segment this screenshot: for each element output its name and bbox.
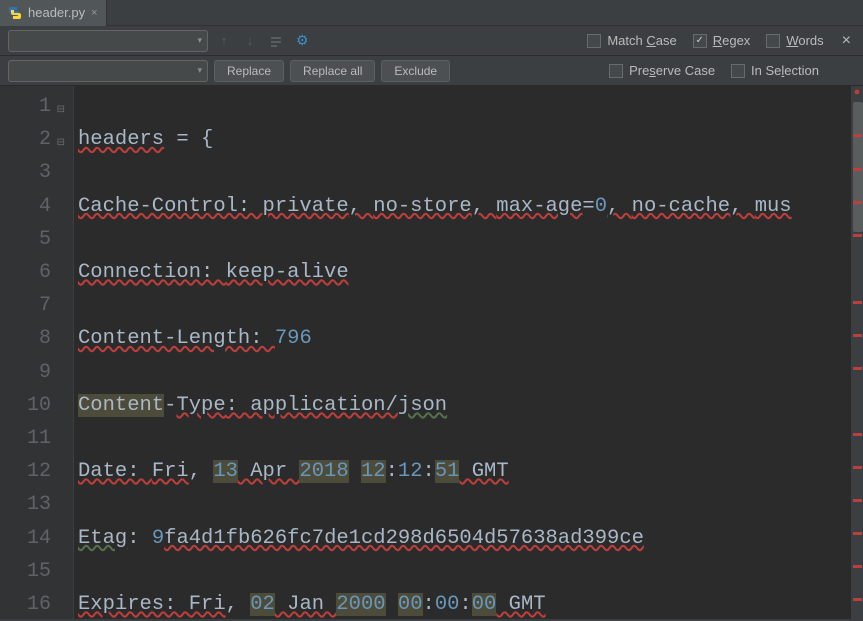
line-number: 4 <box>0 190 51 223</box>
code-line: Etag: 9fa4d1fb626fc7de1cd298d6504d57638a… <box>78 522 851 555</box>
replace-button[interactable]: Replace <box>214 60 284 82</box>
line-number: 6 <box>0 256 51 289</box>
replace-input[interactable] <box>8 60 208 82</box>
code-area[interactable]: headers = { Cache-Control: private, no-s… <box>74 86 851 619</box>
line-number: 8 <box>0 322 51 355</box>
close-find-button[interactable]: × <box>842 32 851 50</box>
match-case-checkbox[interactable]: Match Case <box>587 33 676 48</box>
line-number: 14 <box>0 522 51 555</box>
scrollbar-thumb[interactable] <box>853 102 863 232</box>
tab-filename: header.py <box>28 5 85 20</box>
close-tab-icon[interactable]: × <box>91 7 97 19</box>
prev-match-button[interactable]: ↑ <box>214 31 234 51</box>
error-marker[interactable] <box>853 301 862 304</box>
checkbox-icon <box>693 34 707 48</box>
checkbox-icon <box>731 64 745 78</box>
fold-toggle-icon[interactable]: ⊟ <box>55 127 65 137</box>
checkbox-icon <box>609 64 623 78</box>
error-stripe-gutter[interactable]: ● <box>851 86 863 619</box>
error-marker[interactable] <box>853 433 862 436</box>
error-marker[interactable] <box>853 367 862 370</box>
error-marker[interactable] <box>853 134 862 137</box>
error-marker[interactable] <box>853 234 862 237</box>
code-line: Cache-Control: private, no-store, max-ag… <box>78 190 851 223</box>
line-number: 1 <box>0 90 51 123</box>
error-marker[interactable] <box>853 334 862 337</box>
error-marker[interactable] <box>853 532 862 535</box>
error-marker[interactable] <box>853 201 862 204</box>
line-number: 5 <box>0 223 51 256</box>
line-number: 15 <box>0 555 51 588</box>
words-checkbox[interactable]: Words <box>766 33 823 48</box>
code-line: Content-Length: 796 <box>78 322 851 355</box>
line-number: 10 <box>0 389 51 422</box>
error-marker[interactable] <box>853 598 862 601</box>
in-selection-checkbox[interactable]: In Selection <box>731 63 819 78</box>
error-marker[interactable] <box>853 499 862 502</box>
line-number: 7 <box>0 289 51 322</box>
line-number: 2 <box>0 123 51 156</box>
inspection-status-icon[interactable]: ● <box>851 86 863 98</box>
editor: 1 2 3 4 5 6 7 8 9 10 11 12 13 14 15 16 ⊟… <box>0 86 863 619</box>
find-options: Match Case Regex Words <box>587 33 823 48</box>
find-bar: ▾ ↑ ↓ ⚙ Match Case Regex Words × <box>0 26 863 56</box>
error-marker[interactable] <box>853 565 862 568</box>
find-input-wrap: ▾ <box>8 30 208 52</box>
code-line: Connection: keep-alive <box>78 256 851 289</box>
line-number: 16 <box>0 588 51 621</box>
checkbox-icon <box>766 34 780 48</box>
line-number: 12 <box>0 455 51 488</box>
replace-all-button[interactable]: Replace all <box>290 60 375 82</box>
code-line: headers = { <box>78 123 851 156</box>
tab-bar: header.py × <box>0 0 863 26</box>
exclude-button[interactable]: Exclude <box>381 60 450 82</box>
preserve-case-checkbox[interactable]: Preserve Case <box>609 63 715 78</box>
line-number: 3 <box>0 156 51 189</box>
next-match-button[interactable]: ↓ <box>240 31 260 51</box>
code-line: Expires: Fri, 02 Jan 2000 00:00:00 GMT <box>78 588 851 619</box>
line-number: 9 <box>0 356 51 389</box>
find-history-dropdown-icon[interactable]: ▾ <box>197 35 202 46</box>
replace-input-wrap: ▾ <box>8 60 208 82</box>
code-line: Date: Fri, 13 Apr 2018 12:12:51 GMT <box>78 455 851 488</box>
replace-options: Preserve Case In Selection <box>609 63 855 78</box>
find-input[interactable] <box>8 30 208 52</box>
line-number: 11 <box>0 422 51 455</box>
line-number: 13 <box>0 488 51 521</box>
fold-toggle-icon[interactable]: ⊟ <box>55 94 65 104</box>
file-tab[interactable]: header.py × <box>0 0 107 26</box>
replace-bar: ▾ Replace Replace all Exclude Preserve C… <box>0 56 863 86</box>
regex-checkbox[interactable]: Regex <box>693 33 751 48</box>
error-marker[interactable] <box>853 168 862 171</box>
select-all-matches-button[interactable] <box>266 31 286 51</box>
error-marker[interactable] <box>853 466 862 469</box>
line-number-gutter[interactable]: 1 2 3 4 5 6 7 8 9 10 11 12 13 14 15 16 ⊟… <box>0 86 74 619</box>
checkbox-icon <box>587 34 601 48</box>
code-line: Content-Type: application/json <box>78 389 851 422</box>
python-file-icon <box>8 6 22 20</box>
find-settings-icon[interactable]: ⚙ <box>296 32 309 49</box>
replace-history-dropdown-icon[interactable]: ▾ <box>197 65 202 76</box>
